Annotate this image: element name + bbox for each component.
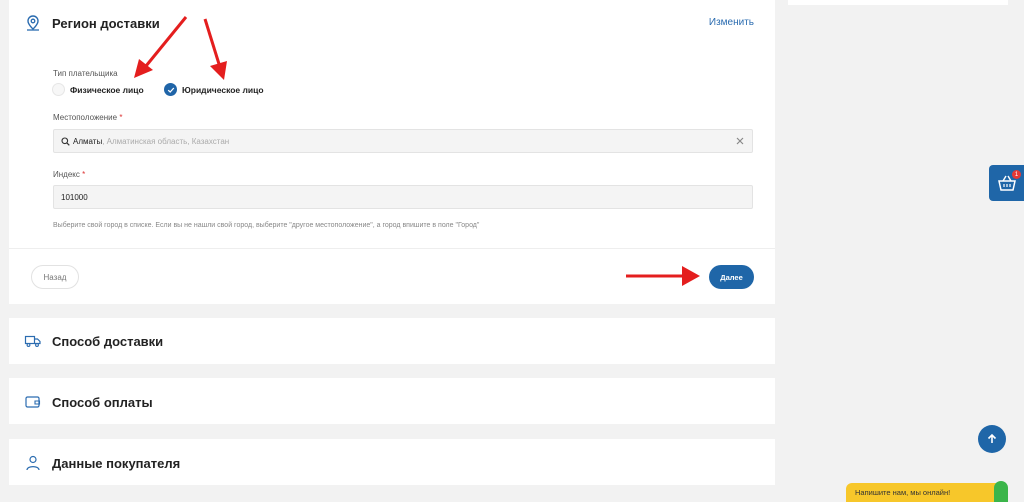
scroll-up-button[interactable] [978, 425, 1006, 453]
buyer-data-card[interactable]: Данные покупателя [9, 439, 775, 485]
side-panel [788, 0, 1008, 5]
change-region-link[interactable]: Изменить [709, 17, 754, 28]
radio-checked-icon [164, 83, 177, 96]
checkmark-icon [167, 87, 174, 93]
search-icon [61, 137, 70, 146]
delivery-method-card[interactable]: Способ доставки [9, 318, 775, 364]
index-value: 101000 [61, 193, 88, 202]
location-value: Алматы, Алматинская область, Казахстан [73, 137, 230, 146]
next-button[interactable]: Далее [709, 265, 754, 289]
radio-legal-entity[interactable]: Юридическое лицо [164, 83, 264, 96]
back-button[interactable]: Назад [31, 265, 79, 289]
cart-button[interactable]: 1 [989, 165, 1024, 201]
location-pin-icon [27, 15, 39, 31]
chat-bubble-icon[interactable] [994, 481, 1008, 502]
radio-legal-entity-label: Юридическое лицо [182, 84, 264, 95]
location-label: Местоположение * [53, 113, 123, 122]
arrow-up-icon [987, 433, 997, 443]
location-field[interactable]: Алматы, Алматинская область, Казахстан [53, 129, 753, 153]
location-hint: Выберите свой город в списке. Если вы не… [53, 222, 480, 229]
radio-unchecked-icon [52, 83, 65, 96]
divider [9, 248, 775, 249]
truck-icon [24, 335, 41, 347]
radio-individual[interactable]: Физическое лицо [52, 83, 144, 96]
chat-label: Напишите нам, мы онлайн! [855, 488, 951, 497]
user-icon [26, 455, 40, 471]
buyer-data-title: Данные покупателя [52, 456, 181, 471]
chat-widget[interactable]: Напишите нам, мы онлайн! [846, 483, 1008, 502]
cart-count-badge: 1 [1012, 170, 1021, 179]
delivery-method-title: Способ доставки [52, 334, 164, 349]
index-field[interactable]: 101000 [53, 185, 753, 209]
region-delivery-card: Регион доставки Изменить Тип плательщика… [9, 0, 775, 304]
wallet-icon [25, 396, 41, 408]
index-label: Индекс * [53, 170, 86, 179]
close-icon[interactable] [734, 135, 746, 147]
payment-method-card[interactable]: Способ оплаты [9, 378, 775, 424]
radio-individual-label: Физическое лицо [70, 84, 144, 95]
region-title: Регион доставки [52, 16, 160, 31]
payment-method-title: Способ оплаты [52, 395, 153, 410]
payer-type-label: Тип плательщика [53, 69, 118, 78]
